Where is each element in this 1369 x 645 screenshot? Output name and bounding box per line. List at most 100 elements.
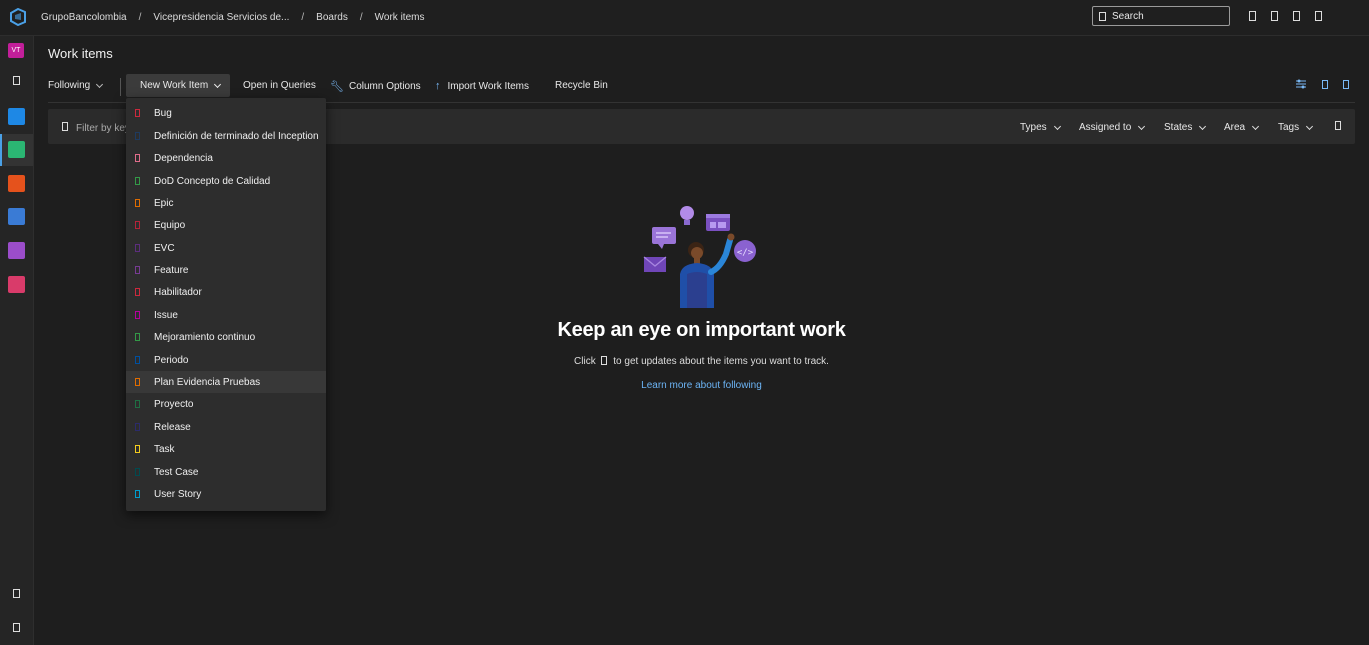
- tags-filter[interactable]: Tags: [1278, 122, 1314, 133]
- menu-item-label: Dependencia: [154, 153, 213, 164]
- menu-item[interactable]: Bug: [126, 102, 326, 124]
- menu-item[interactable]: Task: [126, 438, 326, 460]
- work-item-type-icon: [135, 423, 140, 431]
- chevron-down-icon: [1138, 122, 1146, 130]
- states-filter[interactable]: States: [1164, 122, 1207, 133]
- breadcrumb-separator: /: [301, 12, 305, 23]
- follow-bell-icon: [601, 356, 608, 365]
- open-in-queries-label: Open in Queries: [243, 80, 316, 91]
- search-icon: [1099, 11, 1106, 21]
- menu-item-label: Release: [154, 422, 191, 433]
- project-avatar[interactable]: VT: [8, 43, 24, 58]
- menu-item-label: Issue: [154, 310, 178, 321]
- filter-icon[interactable]: [1322, 80, 1328, 89]
- menu-item[interactable]: Equipo: [126, 214, 326, 236]
- work-item-type-icon: [135, 288, 140, 296]
- menu-item[interactable]: Plan Evidencia Pruebas: [126, 371, 326, 393]
- column-options-label: Column Options: [348, 81, 421, 92]
- chevron-down-icon: [1053, 122, 1061, 130]
- work-item-type-icon: [135, 356, 140, 364]
- toolbar-divider: [120, 78, 121, 96]
- breadcrumb-boards[interactable]: Boards: [316, 12, 348, 23]
- repos-icon[interactable]: [8, 175, 25, 192]
- following-label: Following: [48, 80, 91, 91]
- menu-item[interactable]: User Story: [126, 483, 326, 505]
- overview-icon[interactable]: [8, 108, 25, 125]
- azure-devops-logo-icon[interactable]: [9, 8, 27, 26]
- import-work-items-button[interactable]: ↑ Import Work Items: [435, 80, 529, 92]
- assigned-to-filter[interactable]: Assigned to: [1079, 122, 1146, 133]
- empty-state-illustration: </>: [643, 206, 756, 308]
- work-item-type-icon: [135, 445, 140, 453]
- filter-funnel-icon: [62, 122, 68, 131]
- menu-item-label: EVC: [154, 243, 175, 254]
- menu-item[interactable]: Habilitador: [126, 281, 326, 303]
- wrench-icon: 🔧︎: [330, 81, 344, 93]
- menu-item[interactable]: Proyecto: [126, 393, 326, 415]
- breadcrumb-separator: /: [359, 12, 363, 23]
- following-dropdown[interactable]: Following: [48, 80, 104, 91]
- top-right-icons: [1249, 11, 1322, 21]
- left-navigation: VT: [0, 36, 34, 645]
- menu-item-label: Proyecto: [154, 399, 194, 410]
- pipelines-icon[interactable]: [8, 208, 25, 225]
- filter-input[interactable]: Filter by key: [76, 123, 130, 134]
- new-work-item-button[interactable]: New Work Item: [126, 74, 230, 97]
- breadcrumb-project[interactable]: Vicepresidencia Servicios de...: [153, 12, 289, 23]
- breadcrumb-work-items[interactable]: Work items: [375, 12, 425, 23]
- view-options-icon[interactable]: [1295, 78, 1307, 90]
- menu-item[interactable]: Epic: [126, 192, 326, 214]
- help-icon[interactable]: [1293, 11, 1300, 21]
- boards-icon[interactable]: [8, 141, 25, 158]
- menu-item-label: Habilitador: [154, 287, 202, 298]
- menu-item[interactable]: Feature: [126, 259, 326, 281]
- menu-item[interactable]: Mejoramiento continuo: [126, 326, 326, 348]
- new-work-item-menu: Bug Definición de terminado del Inception…: [126, 98, 326, 511]
- work-item-type-icon: [135, 221, 140, 229]
- user-settings-icon[interactable]: [1315, 11, 1322, 21]
- work-item-type-icon: [135, 199, 140, 207]
- menu-item-label: Periodo: [154, 355, 189, 366]
- clear-filter-icon[interactable]: [1335, 121, 1341, 130]
- list-icon[interactable]: [1249, 11, 1256, 21]
- menu-item-label: Mejoramiento continuo: [154, 332, 256, 343]
- top-bar: GrupoBancolombia / Vicepresidencia Servi…: [0, 0, 1369, 36]
- open-in-queries-button[interactable]: Open in Queries: [243, 80, 316, 91]
- menu-item[interactable]: Periodo: [126, 349, 326, 371]
- menu-item[interactable]: Issue: [126, 304, 326, 326]
- collapse-nav-icon[interactable]: [13, 623, 20, 632]
- add-icon[interactable]: [13, 76, 20, 85]
- recycle-bin-button[interactable]: Recycle Bin: [555, 80, 608, 91]
- artifacts-icon[interactable]: [8, 276, 25, 293]
- menu-item-label: Equipo: [154, 220, 186, 231]
- area-label: Area: [1224, 122, 1246, 133]
- search-box[interactable]: Search: [1092, 6, 1230, 26]
- new-work-item-label: New Work Item: [140, 80, 209, 91]
- project-settings-icon[interactable]: [13, 589, 20, 598]
- breadcrumb: GrupoBancolombia / Vicepresidencia Servi…: [41, 12, 424, 23]
- types-label: Types: [1020, 122, 1047, 133]
- svg-text:</>: </>: [737, 248, 754, 258]
- fullscreen-icon[interactable]: [1343, 80, 1349, 89]
- menu-item-label: DoD Concepto de Calidad: [154, 176, 271, 187]
- shopping-bag-icon[interactable]: [1271, 11, 1278, 21]
- work-item-type-icon: [135, 490, 140, 498]
- menu-item[interactable]: DoD Concepto de Calidad: [126, 170, 326, 192]
- area-filter[interactable]: Area: [1224, 122, 1260, 133]
- breadcrumb-org[interactable]: GrupoBancolombia: [41, 12, 127, 23]
- menu-item[interactable]: Test Case: [126, 461, 326, 483]
- menu-item[interactable]: Dependencia: [126, 147, 326, 169]
- states-label: States: [1164, 122, 1193, 133]
- menu-item-label: User Story: [154, 489, 202, 500]
- column-options-button[interactable]: 🔧︎ Column Options: [330, 80, 421, 93]
- chevron-down-icon: [1306, 122, 1314, 130]
- menu-item[interactable]: Definición de terminado del Inception: [126, 125, 326, 147]
- types-filter[interactable]: Types: [1020, 122, 1061, 133]
- menu-item[interactable]: Release: [126, 416, 326, 438]
- menu-item[interactable]: EVC: [126, 237, 326, 259]
- work-item-type-icon: [135, 132, 140, 140]
- test-plans-icon[interactable]: [8, 242, 25, 259]
- breadcrumb-separator: /: [138, 12, 142, 23]
- menu-item-label: Feature: [154, 265, 189, 276]
- menu-item-label: Plan Evidencia Pruebas: [154, 377, 261, 388]
